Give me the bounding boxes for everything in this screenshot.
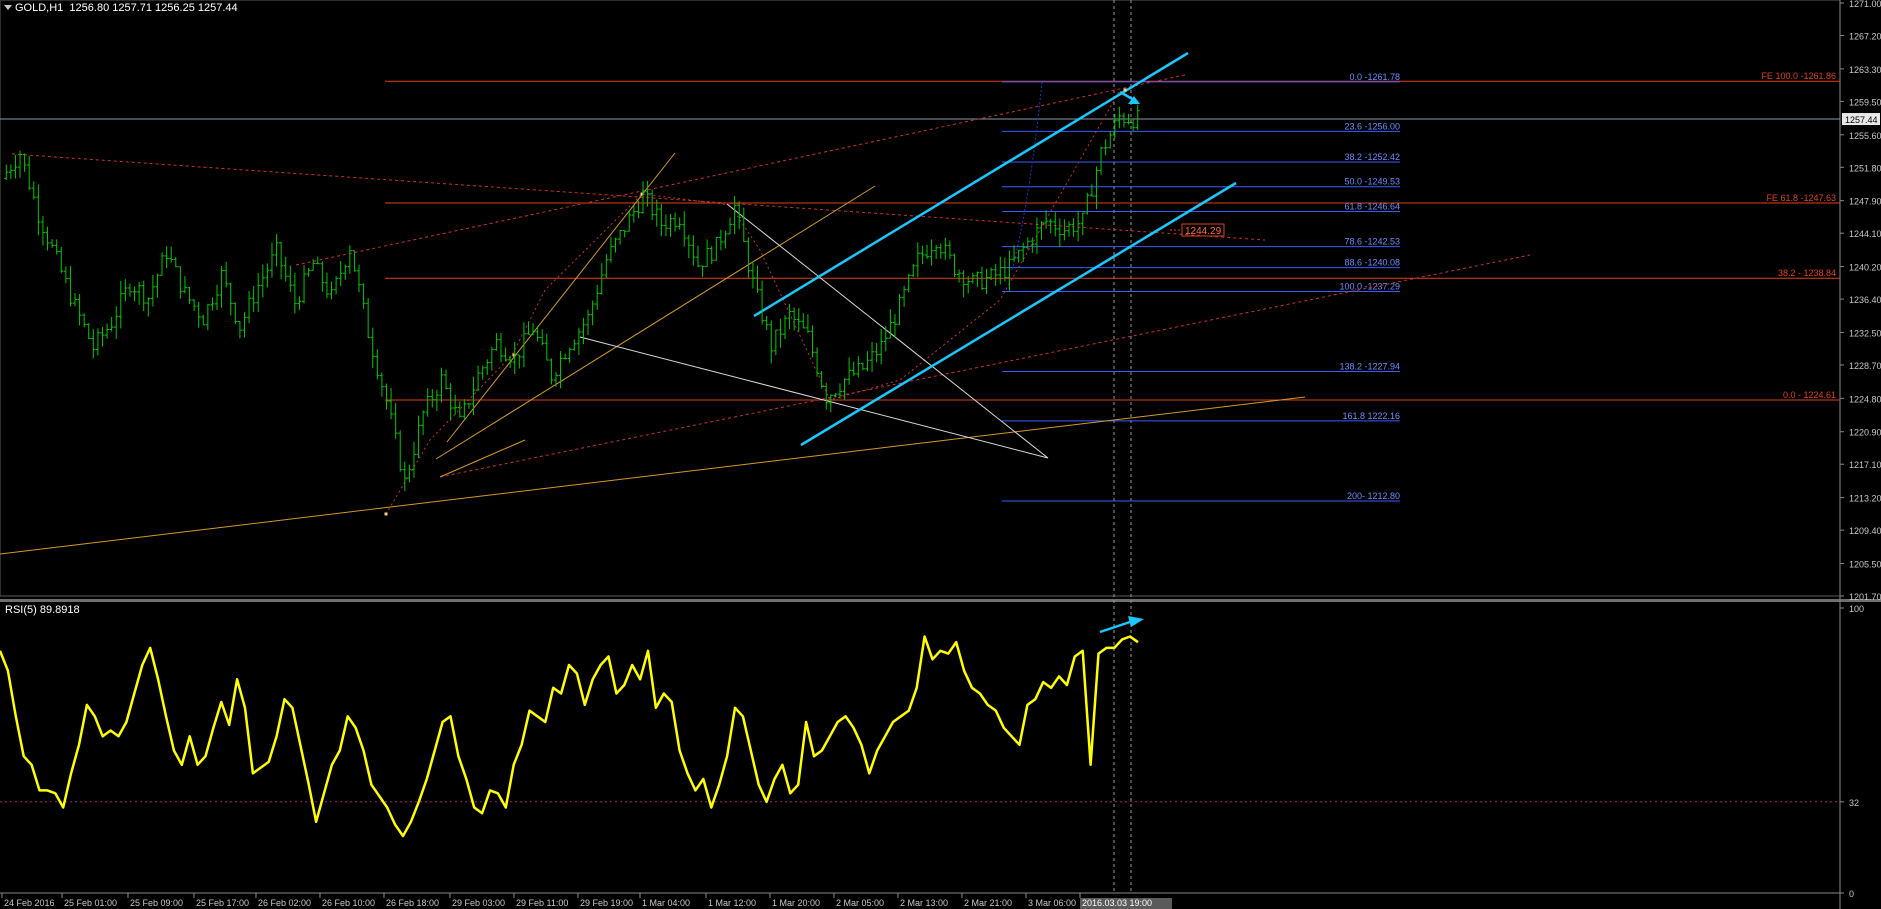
orange-fan-line [435, 185, 876, 460]
time-axis-label: 26 Feb 18:00 [386, 898, 439, 908]
fibonacci-level-label: 161.8 1222.16 [1342, 411, 1400, 421]
time-axis-label: 25 Feb 09:00 [130, 898, 183, 908]
price-axis-label: 1251.80 [1849, 163, 1881, 173]
red-dashed-trendline [295, 74, 1186, 266]
price-axis-label: 1205.50 [1849, 559, 1881, 569]
orange-fan-line [0, 396, 1306, 555]
blue-dotted-arc [1011, 81, 1043, 271]
red-dashed-trendline [11, 153, 1266, 241]
fibonacci-level-label: 23.6 -1256.00 [1344, 121, 1400, 131]
analysis-objects[interactable]: FE 100.0 -1261.86 FE 61.8 -1247.63 38.2 - … [0, 51, 1840, 634]
time-axis-label: 1 Mar 12:00 [708, 898, 756, 908]
fibonacci-level-label: 100.0 -1237.29 [1339, 281, 1400, 291]
price-axis-label: 1217.10 [1849, 460, 1881, 470]
panel-separator [0, 599, 1881, 602]
time-axis-label: 29 Feb 03:00 [452, 898, 505, 908]
fibonacci-level-label: 78.6 -1242.53 [1344, 237, 1400, 247]
swing-point-marker [384, 512, 388, 516]
rsi-axis-label: 0 [1849, 889, 1854, 899]
time-axis-label: 2 Mar 21:00 [964, 898, 1012, 908]
panel-layer [0, 0, 1881, 909]
price-axis-label: 1247.90 [1849, 197, 1881, 207]
price-axis-label: 1213.20 [1849, 494, 1881, 504]
time-axis-label: 29 Feb 19:00 [580, 898, 633, 908]
horizontal-level-label: FE 61.8 -1247.63 [1766, 193, 1836, 203]
price-axis-label: 1259.50 [1849, 97, 1881, 107]
rsi-layer [0, 635, 1840, 838]
price-axis-label: 1271.00 [1849, 0, 1881, 9]
candles-layer [4, 104, 1140, 492]
chart-canvas[interactable]: FE 100.0 -1261.86 FE 61.8 -1247.63 38.2 - … [0, 0, 1881, 909]
white-triangle-pattern [579, 203, 1049, 459]
fibonacci-level-label: 50.0 -1249.53 [1344, 177, 1400, 187]
current-price-tag: 1257.44 [1845, 115, 1878, 125]
fibonacci-level-label: 200- 1212.80 [1347, 491, 1400, 501]
horizontal-level-label: 38.2 - 1238.84 [1778, 268, 1836, 278]
time-axis-label: 26 Feb 02:00 [258, 898, 311, 908]
price-axis-label: 1244.10 [1849, 229, 1881, 239]
cyan-arrow-rsi-shaft [1099, 620, 1131, 634]
price-axis-label: 1232.50 [1849, 328, 1881, 338]
time-axis-label: 25 Feb 01:00 [64, 898, 117, 908]
fibonacci-level-label: 88.6 -1240.08 [1344, 258, 1400, 268]
price-axis-label: 1228.70 [1849, 361, 1881, 371]
price-axis-label: 1267.20 [1849, 32, 1881, 42]
time-axis-label: 25 Feb 17:00 [196, 898, 249, 908]
zigzag-dashed-line [385, 89, 1121, 515]
time-axis-label: 24 Feb 2016 [4, 898, 55, 908]
horizontal-level-label: 0.0 - 1224.61 [1783, 390, 1836, 400]
time-axis-label: 26 Feb 10:00 [322, 898, 375, 908]
rsi-axis-label: 100 [1849, 604, 1864, 614]
fibonacci-level-label: 0.0 -1261.78 [1349, 72, 1400, 82]
price-axis-label: 1224.80 [1849, 394, 1881, 404]
price-axis-label: 1263.30 [1849, 65, 1881, 75]
cyan-arrow-rsi-head [1128, 616, 1144, 627]
horizontal-level-label: FE 100.0 -1261.86 [1761, 71, 1836, 81]
price-panel-frame [0, 0, 1841, 597]
price-axis-label: 1209.40 [1849, 526, 1881, 536]
price-axis-label: 1255.60 [1849, 131, 1881, 141]
price-axis-label: 1240.20 [1849, 263, 1881, 273]
grid-layer [0, 0, 1840, 893]
axes-layer: 1271.00 1267.20 1263.30 1259.50 1255.60 1251.… [1, 0, 1881, 909]
time-axis-label: 2 Mar 13:00 [900, 898, 948, 908]
fibonacci-level-label: 38.2 -1252.42 [1344, 152, 1400, 162]
time-axis-label: 3 Mar 06:00 [1028, 898, 1076, 908]
price-axis-label: 1220.90 [1849, 428, 1881, 438]
rsi-series-line [0, 635, 1139, 838]
price-axis-label: 1236.40 [1849, 295, 1881, 305]
time-axis-label: 2 Mar 05:00 [836, 898, 884, 908]
time-axis-label: 1 Mar 20:00 [772, 898, 820, 908]
swing-point-marker [1123, 88, 1127, 92]
fibonacci-level-label: 61.8 -1246.64 [1344, 201, 1400, 211]
orange-fan-line [446, 152, 676, 443]
time-axis-label: 29 Feb 11:00 [516, 898, 568, 908]
fibonacci-level-label: 138.2 -1227.94 [1339, 361, 1400, 371]
time-axis-label: 2016.03.03 19:00 [1082, 898, 1152, 908]
rsi-axis-label: 32 [1849, 798, 1859, 808]
price-tag-text: 1244.29 [1185, 226, 1222, 237]
orange-fan-line [439, 439, 526, 478]
time-axis-label: 1 Mar 04:00 [642, 898, 690, 908]
price-axis-label: 1201.70 [1849, 592, 1881, 602]
